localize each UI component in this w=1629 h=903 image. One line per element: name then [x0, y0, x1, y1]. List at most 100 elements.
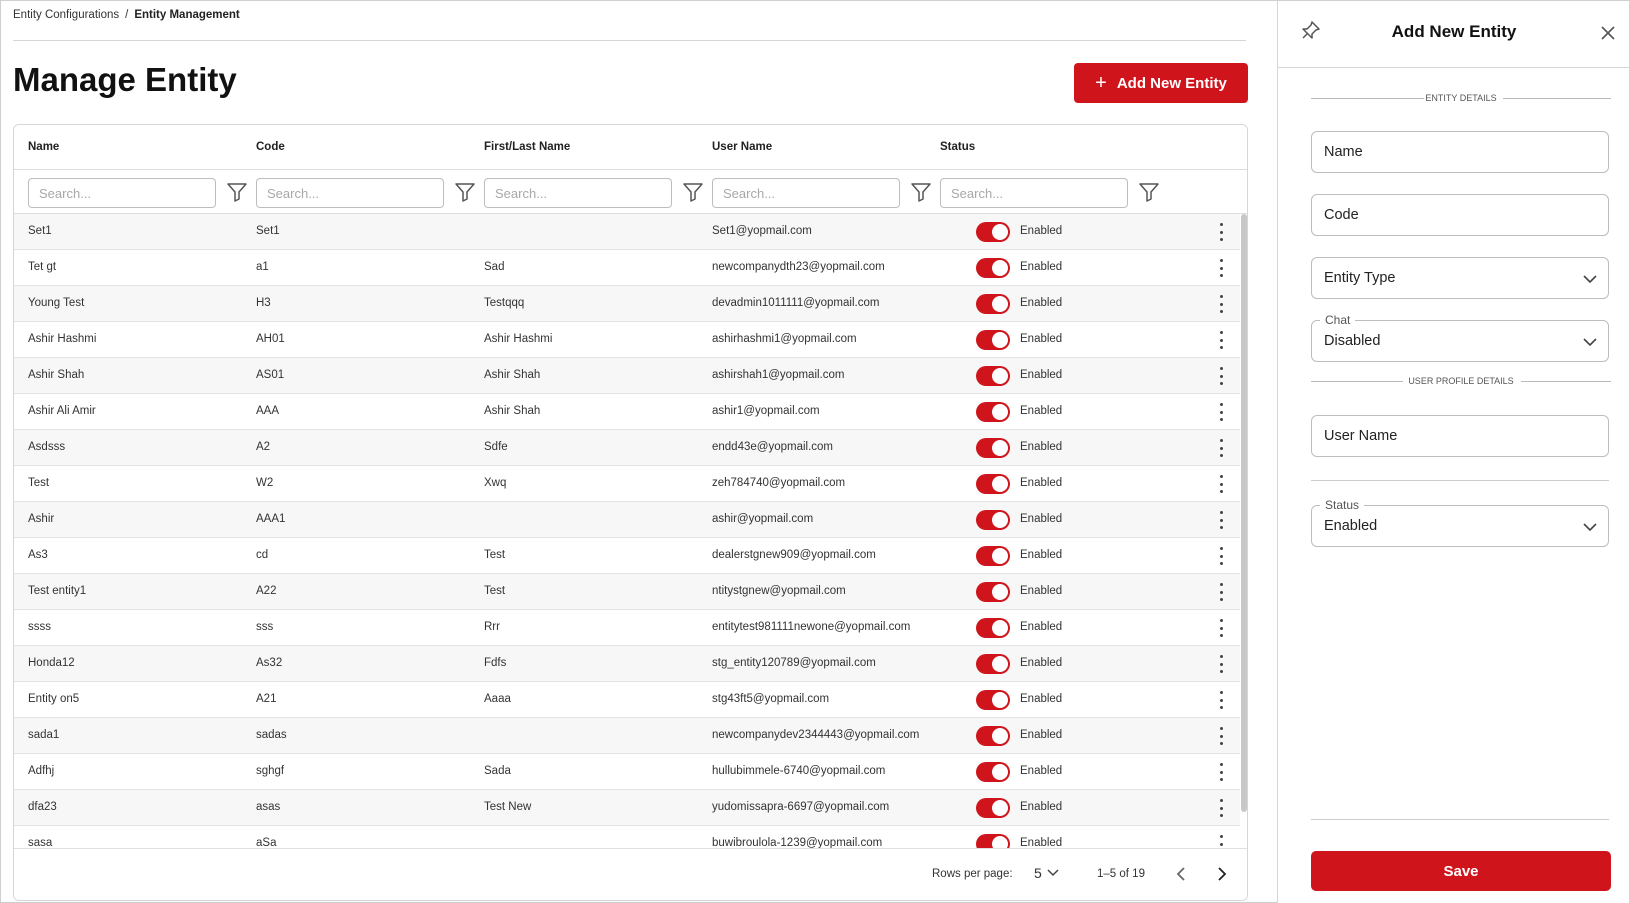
- table-row[interactable]: ssss sss Rrr entitytest981111newone@yopmail…: [14, 610, 1240, 646]
- status-toggle[interactable]: [976, 762, 1010, 782]
- column-header-user-name[interactable]: User Name: [712, 141, 772, 153]
- table-scrollbar[interactable]: [1241, 214, 1247, 812]
- kebab-icon[interactable]: [1218, 295, 1224, 313]
- breadcrumb-parent[interactable]: Entity Configurations: [13, 9, 119, 21]
- table-row[interactable]: As3 cd Test dealerstgnew909@yopmail.com Enab…: [14, 538, 1240, 574]
- kebab-icon[interactable]: [1218, 763, 1224, 781]
- table-row[interactable]: Ashir Shah AS01 Ashir Shah ashirshah1@yopma…: [14, 358, 1240, 394]
- kebab-icon[interactable]: [1218, 403, 1224, 421]
- table-row[interactable]: Set1 Set1 Set1@yopmail.com Enabled: [14, 214, 1240, 250]
- status-toggle[interactable]: [976, 690, 1010, 710]
- search-input-code[interactable]: [256, 178, 444, 208]
- filter-icon[interactable]: [1138, 181, 1160, 203]
- status-toggle[interactable]: [976, 222, 1010, 242]
- cell-status: Enabled: [1020, 441, 1063, 453]
- table-row[interactable]: Entity on5 A21 Aaaa stg43ft5@yopmail.com Ena…: [14, 682, 1240, 718]
- table-row[interactable]: Asdsss A2 Sdfe endd43e@yopmail.com Enabled: [14, 430, 1240, 466]
- status-toggle[interactable]: [976, 582, 1010, 602]
- cell-code: AS01: [256, 369, 285, 381]
- table-row[interactable]: Honda12 As32 Fdfs stg_entity120789@yopmail.…: [14, 646, 1240, 682]
- table-row[interactable]: Test entity1 A22 Test ntitystgnew@yopmail.c…: [14, 574, 1240, 610]
- add-new-entity-button[interactable]: + Add New Entity: [1074, 63, 1248, 103]
- status-toggle[interactable]: [976, 726, 1010, 746]
- table-row[interactable]: Adfhj sghgf Sada hullubimmele-6740@yopmail.…: [14, 754, 1240, 790]
- code-field[interactable]: Code: [1311, 194, 1609, 236]
- cell-code: A22: [256, 585, 277, 597]
- status-toggle[interactable]: [976, 438, 1010, 458]
- filter-icon[interactable]: [682, 181, 704, 203]
- search-input-status[interactable]: [940, 178, 1128, 208]
- toggle-knob: [992, 368, 1008, 384]
- status-toggle[interactable]: [976, 546, 1010, 566]
- cell-name: Test: [28, 477, 50, 489]
- user-name-field[interactable]: User Name: [1311, 415, 1609, 457]
- kebab-icon[interactable]: [1218, 727, 1224, 745]
- cell-user-name: ashirhashmi1@yopmail.com: [712, 333, 857, 345]
- cell-status: Enabled: [1020, 513, 1063, 525]
- table-row[interactable]: Young Test H3 Testqqq devadmin1011111@yopma…: [14, 286, 1240, 322]
- column-header-code[interactable]: Code: [256, 141, 285, 153]
- table-row[interactable]: Ashir Ali Amir AAA Ashir Shah ashir1@yopmai…: [14, 394, 1240, 430]
- kebab-icon[interactable]: [1218, 439, 1224, 457]
- table-body: Set1 Set1 Set1@yopmail.com Enabled Tet gt a1 S…: [14, 214, 1240, 862]
- kebab-icon[interactable]: [1218, 619, 1224, 637]
- status-toggle[interactable]: [976, 510, 1010, 530]
- close-icon[interactable]: [1600, 25, 1616, 41]
- panel-title: Add New Entity: [1391, 22, 1517, 41]
- chevron-right-icon[interactable]: [1211, 864, 1231, 884]
- cell-name: Asdsss: [28, 441, 66, 453]
- kebab-icon[interactable]: [1218, 547, 1224, 565]
- toggle-knob: [992, 620, 1008, 636]
- status-toggle[interactable]: [976, 618, 1010, 638]
- cell-code: W2: [256, 477, 274, 489]
- kebab-icon[interactable]: [1218, 475, 1224, 493]
- status-toggle[interactable]: [976, 366, 1010, 386]
- cell-status: Enabled: [1020, 801, 1063, 813]
- kebab-icon[interactable]: [1218, 583, 1224, 601]
- status-toggle[interactable]: [976, 798, 1010, 818]
- kebab-icon[interactable]: [1218, 331, 1224, 349]
- header-divider: [13, 40, 1246, 41]
- chat-select[interactable]: Chat Disabled: [1311, 313, 1609, 362]
- cell-code: H3: [256, 297, 271, 309]
- table-row[interactable]: Ashir Hashmi AH01 Ashir Hashmi ashirhashmi1…: [14, 322, 1240, 358]
- filter-icon[interactable]: [454, 181, 476, 203]
- table-row[interactable]: Tet gt a1 Sad newcompanydth23@yopmail.com En…: [14, 250, 1240, 286]
- cell-first-last-name: Rrr: [484, 621, 500, 633]
- table-row[interactable]: dfa23 asas Test New yudomissapra-6697@yopma…: [14, 790, 1240, 826]
- kebab-icon[interactable]: [1218, 655, 1224, 673]
- status-toggle[interactable]: [976, 474, 1010, 494]
- kebab-icon[interactable]: [1218, 367, 1224, 385]
- status-toggle[interactable]: [976, 654, 1010, 674]
- app-window: Entity Configurations / Entity Management …: [0, 0, 1629, 903]
- save-button[interactable]: Save: [1311, 851, 1611, 891]
- filter-icon[interactable]: [226, 181, 248, 203]
- kebab-icon[interactable]: [1218, 223, 1224, 241]
- table-row[interactable]: Test W2 Xwq zeh784740@yopmail.com Enabled: [14, 466, 1240, 502]
- search-input-user-name[interactable]: [712, 178, 900, 208]
- status-toggle[interactable]: [976, 402, 1010, 422]
- kebab-icon[interactable]: [1218, 799, 1224, 817]
- status-toggle[interactable]: [976, 258, 1010, 278]
- status-toggle[interactable]: [976, 294, 1010, 314]
- column-header-status[interactable]: Status: [940, 141, 975, 153]
- table-row[interactable]: sada1 sadas newcompanydev2344443@yopmail.c…: [14, 718, 1240, 754]
- toggle-knob: [992, 656, 1008, 672]
- rows-per-page-select[interactable]: 5: [1034, 865, 1060, 881]
- status-toggle[interactable]: [976, 330, 1010, 350]
- cell-user-name: stg_entity120789@yopmail.com: [712, 657, 876, 669]
- search-input-name[interactable]: [28, 178, 216, 208]
- entity-type-select[interactable]: Entity Type: [1311, 257, 1609, 299]
- table-row[interactable]: Ashir AAA1 ashir@yopmail.com Enabled: [14, 502, 1240, 538]
- kebab-icon[interactable]: [1218, 259, 1224, 277]
- filter-icon[interactable]: [910, 181, 932, 203]
- section-divider-right: [1521, 381, 1611, 382]
- kebab-icon[interactable]: [1218, 511, 1224, 529]
- kebab-icon[interactable]: [1218, 691, 1224, 709]
- column-header-first-last-name[interactable]: First/Last Name: [484, 141, 570, 153]
- search-input-first-last-name[interactable]: [484, 178, 672, 208]
- chevron-left-icon[interactable]: [1172, 864, 1192, 884]
- column-header-name[interactable]: Name: [28, 141, 59, 153]
- name-field[interactable]: Name: [1311, 131, 1609, 173]
- status-select[interactable]: Status Enabled: [1311, 498, 1609, 547]
